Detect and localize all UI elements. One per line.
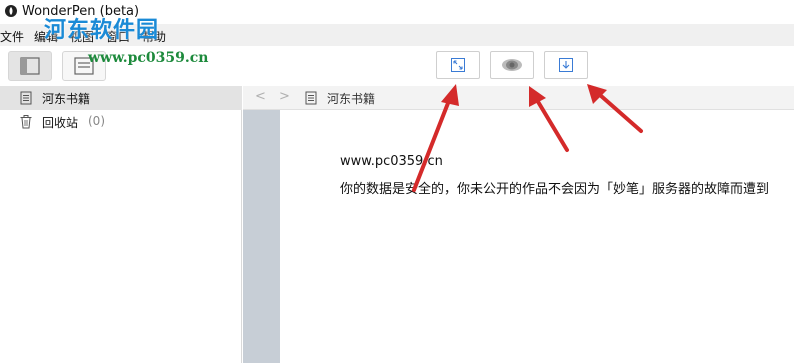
document-line[interactable]: www.pc0359.cn xyxy=(340,154,443,169)
sidebar-item-trash[interactable]: 回收站 (0) xyxy=(0,110,242,134)
sidebar-item-label: 河东书籍 xyxy=(42,92,91,106)
wonderpen-logo-icon xyxy=(5,5,17,17)
export-download-icon xyxy=(559,58,573,72)
document-icon xyxy=(20,91,32,105)
editor-content[interactable]: www.pc0359.cn 你的数据是安全的，你未公开的作品不会因为「妙笔」服务… xyxy=(280,110,794,363)
editor-toolbar xyxy=(242,46,794,86)
sidebar-layout-icon xyxy=(20,57,40,75)
sidebar-item-book[interactable]: 河东书籍 xyxy=(0,86,242,110)
menu-file[interactable]: 文件 xyxy=(0,28,24,45)
editor-nav-bar: < > 河东书籍 xyxy=(243,86,794,110)
forward-button[interactable]: > xyxy=(279,89,290,104)
document-line[interactable]: 你的数据是安全的，你未公开的作品不会因为「妙笔」服务器的故障而遭到 xyxy=(340,178,769,197)
watermark-site-name: 河东软件园 xyxy=(44,18,160,43)
back-button[interactable]: < xyxy=(255,89,266,104)
editor-gutter xyxy=(243,110,280,363)
preview-eye-icon xyxy=(502,59,522,71)
trash-count: (0) xyxy=(88,114,105,128)
toggle-sidebar-button[interactable] xyxy=(8,51,52,81)
trash-icon xyxy=(20,115,32,129)
fullscreen-icon xyxy=(451,58,465,72)
preview-button[interactable] xyxy=(490,51,534,79)
watermark-url: www.pc0359.cn xyxy=(88,50,209,66)
sidebar: 河东书籍 回收站 (0) xyxy=(0,86,242,363)
fullscreen-button[interactable] xyxy=(436,51,480,79)
export-button[interactable] xyxy=(544,51,588,79)
sidebar-item-label: 回收站 xyxy=(42,116,79,130)
breadcrumb-doc-title[interactable]: 河东书籍 xyxy=(327,90,375,107)
document-icon xyxy=(305,91,317,105)
